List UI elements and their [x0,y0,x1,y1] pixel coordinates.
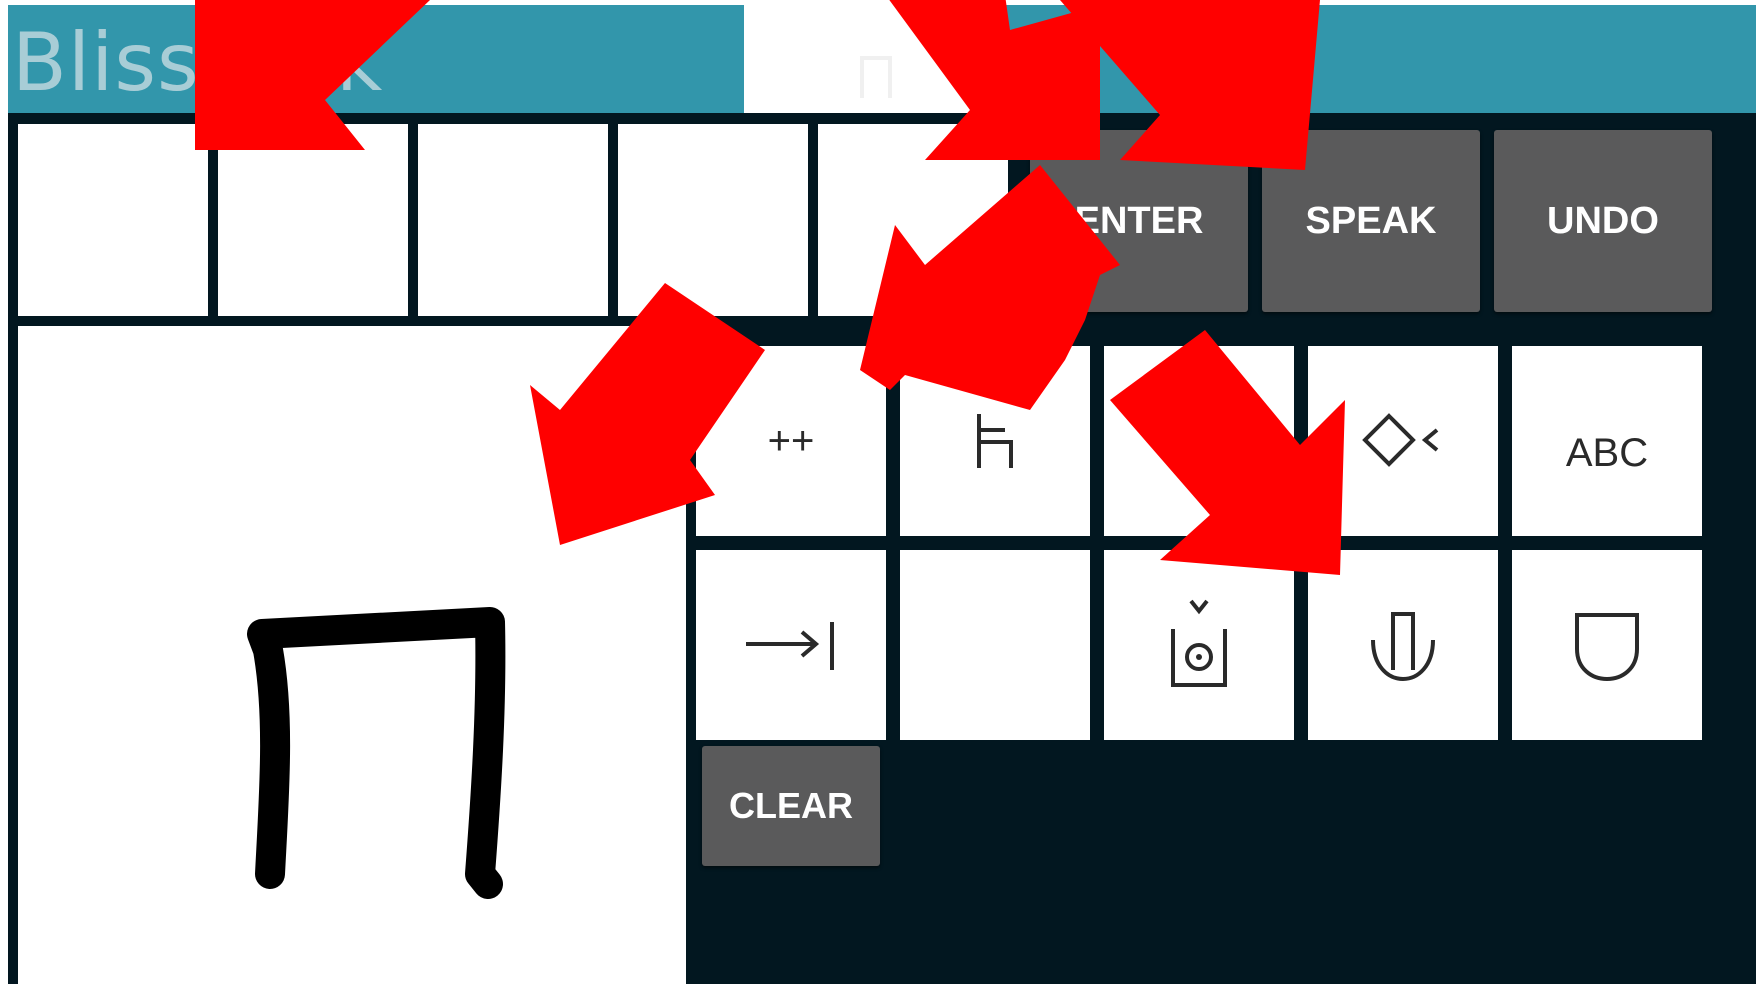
drawing-canvas[interactable] [18,326,686,984]
diamond-arrow-icon [1362,413,1439,467]
key-mouth[interactable] [1512,550,1702,740]
abc-label: ABC [1565,430,1649,475]
enter-button[interactable]: ENTER [1030,130,1248,312]
sentence-cell-2[interactable] [218,124,408,316]
mouth-icon [1575,613,1639,681]
chair-icon [977,414,1013,468]
plus-plus-label: ++ [767,418,815,463]
sentence-cell-4[interactable] [618,124,808,316]
clear-button[interactable]: CLEAR [702,746,880,866]
speak-button[interactable]: SPEAK [1262,130,1480,312]
line-icon [1197,452,1201,470]
key-chair[interactable] [900,346,1090,536]
key-sun-container[interactable] [1104,550,1294,740]
app-title: Bliss Talk [12,16,384,109]
key-mouth-tongue[interactable] [1308,550,1498,740]
key-diamond-arrow[interactable] [1308,346,1498,536]
key-arrow-to-bar[interactable] [696,550,886,740]
key-blank-symbol[interactable] [1104,346,1294,536]
arrow-to-bar-icon [746,622,834,670]
sun-container-icon [1171,599,1227,687]
sentence-cell-3[interactable] [418,124,608,316]
key-abc[interactable]: ABC [1512,346,1702,536]
mouth-tongue-icon [1371,612,1435,681]
faint-symbol-icon [860,56,892,98]
sentence-cell-1[interactable] [18,124,208,316]
undo-button[interactable]: UNDO [1494,130,1712,312]
key-empty[interactable] [900,550,1090,740]
sentence-cell-5[interactable] [818,124,1008,316]
key-plus-plus[interactable]: ++ [696,346,886,536]
handwritten-stroke-icon [247,607,506,899]
